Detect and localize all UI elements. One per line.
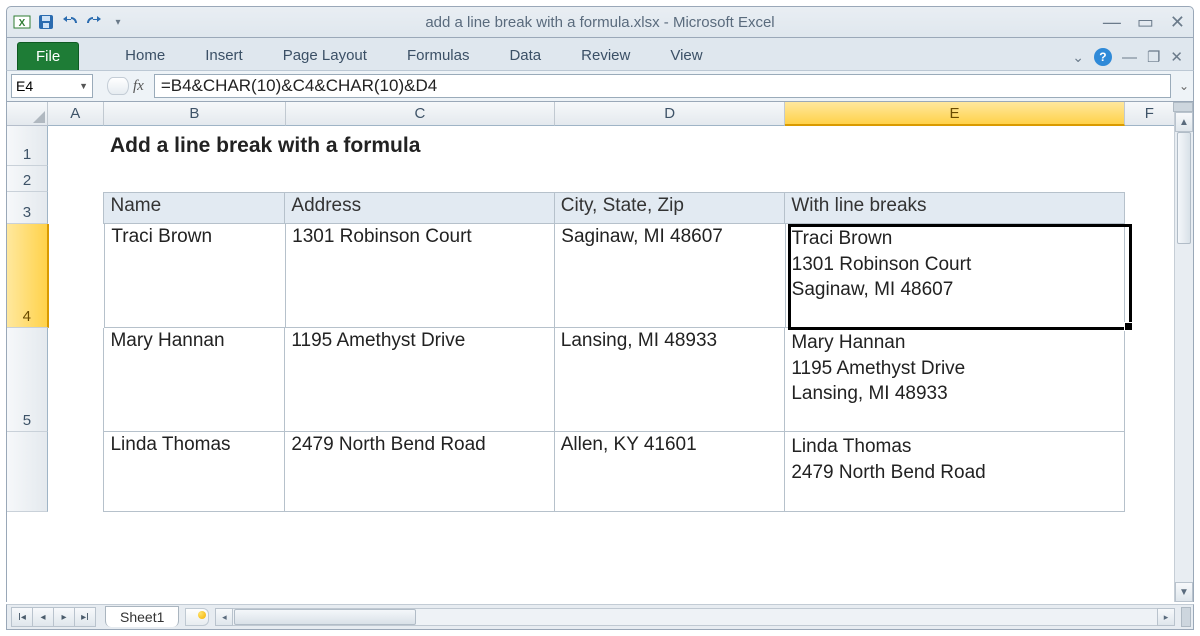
cell-C3[interactable]: Address [285,192,554,224]
cancel-formula-icon[interactable] [107,77,129,95]
fx-icon[interactable]: fx [133,78,144,95]
sheet-tab-sheet1[interactable]: Sheet1 [105,606,179,627]
cell-E3[interactable]: With line breaks [785,192,1125,224]
col-header-D[interactable]: D [555,102,785,126]
title-bar: X ▾ add a line break with a formula.xlsx… [6,6,1194,38]
horizontal-scroll-thumb[interactable] [234,609,416,625]
cell-B3[interactable]: Name [103,192,285,224]
row-header-1[interactable]: 1 [7,126,48,166]
window-title: add a line break with a formula.xlsx - M… [7,14,1193,31]
help-icon[interactable]: ? [1094,48,1112,66]
scroll-down-icon[interactable]: ▼ [1175,582,1193,602]
tab-insert[interactable]: Insert [185,41,263,70]
workbook-minimize-icon[interactable]: ― [1122,49,1137,66]
sheet-nav-first-icon[interactable]: I◂ [11,607,33,627]
cell-F4[interactable] [1125,224,1175,328]
cell-B4[interactable]: Traci Brown [104,224,286,328]
file-tab[interactable]: File [17,42,79,70]
row-header-5[interactable]: 5 [7,328,48,432]
row-header-6[interactable] [7,432,48,512]
maximize-icon[interactable]: ▭ [1137,12,1154,33]
cell-C5[interactable]: 1195 Amethyst Drive [285,328,554,432]
cell-B1[interactable]: Add a line break with a formula [104,126,1132,166]
col-header-B[interactable]: B [104,102,286,126]
workbook-restore-icon[interactable]: ❐ [1147,48,1160,66]
tab-home[interactable]: Home [105,41,185,70]
row-header-3[interactable]: 3 [7,192,48,224]
cell-D6[interactable]: Allen, KY 41601 [555,432,786,512]
minimize-icon[interactable]: ― [1103,12,1121,33]
col-header-F[interactable]: F [1125,102,1175,126]
cell-C6[interactable]: 2479 North Bend Road [285,432,554,512]
tab-review[interactable]: Review [561,41,650,70]
close-icon[interactable]: ✕ [1170,12,1185,33]
cell-F3[interactable] [1125,192,1175,224]
cell-C4[interactable]: 1301 Robinson Court [286,224,555,328]
tab-formulas[interactable]: Formulas [387,41,490,70]
formula-bar[interactable]: =B4&CHAR(10)&C4&CHAR(10)&D4 [154,74,1171,98]
cell-D3[interactable]: City, State, Zip [555,192,786,224]
worksheet: A B C D E F 1 Add a line break with a fo… [6,102,1194,602]
cell-E5[interactable]: Mary Hannan 1195 Amethyst Drive Lansing,… [785,328,1125,432]
tab-page-layout[interactable]: Page Layout [263,41,387,70]
sheet-bar: I◂ ◂ ▸ ▸I Sheet1 ◂ ▸ [6,604,1194,630]
row-header-2[interactable]: 2 [7,166,48,192]
excel-icon: X [13,13,31,31]
vertical-split-handle[interactable] [1173,102,1193,112]
horizontal-scrollbar[interactable]: ◂ ▸ [215,608,1175,626]
cell-A6[interactable] [48,432,104,512]
formula-bar-expand-icon[interactable]: ⌄ [1175,79,1193,93]
workbook-close-icon[interactable]: ✕ [1170,48,1183,66]
cell-D5[interactable]: Lansing, MI 48933 [555,328,786,432]
scroll-left-icon[interactable]: ◂ [215,608,233,626]
cell-A5[interactable] [48,328,104,432]
sheet-nav-last-icon[interactable]: ▸I [74,607,96,627]
col-header-E[interactable]: E [785,102,1124,126]
name-box-value: E4 [16,78,33,94]
cell-A3[interactable] [48,192,104,224]
cell-D4[interactable]: Saginaw, MI 48607 [555,224,785,328]
sheet-nav-next-icon[interactable]: ▸ [53,607,75,627]
cell-B2[interactable] [104,166,1132,192]
undo-icon[interactable] [61,13,79,31]
cell-A4[interactable] [49,224,105,328]
ribbon: File Home Insert Page Layout Formulas Da… [6,38,1194,70]
formula-text: =B4&CHAR(10)&C4&CHAR(10)&D4 [161,76,437,96]
ribbon-minimize-icon[interactable]: ⌄ [1072,49,1084,66]
vertical-scrollbar[interactable]: ▲ ▼ [1174,112,1193,602]
scroll-right-icon[interactable]: ▸ [1157,608,1175,626]
scroll-up-icon[interactable]: ▲ [1175,112,1193,132]
cell-F6[interactable] [1125,432,1175,512]
new-sheet-icon[interactable] [185,608,209,626]
vertical-scroll-thumb[interactable] [1177,132,1191,244]
cell-A1[interactable] [48,126,104,166]
svg-text:X: X [19,18,26,29]
qat-customize-icon[interactable]: ▾ [109,13,127,31]
col-header-A[interactable]: A [48,102,104,126]
sheet-nav-prev-icon[interactable]: ◂ [32,607,54,627]
row-header-4[interactable]: 4 [7,224,49,328]
cell-A2[interactable] [48,166,104,192]
select-all-corner[interactable] [7,102,48,126]
cell-E4[interactable]: Traci Brown 1301 Robinson Court Saginaw,… [786,224,1126,328]
horizontal-split-handle[interactable] [1181,607,1191,627]
cell-E6[interactable]: Linda Thomas 2479 North Bend Road [785,432,1125,512]
cell-B6[interactable]: Linda Thomas [103,432,285,512]
tab-view[interactable]: View [650,41,722,70]
col-header-C[interactable]: C [286,102,555,126]
save-icon[interactable] [37,13,55,31]
redo-icon[interactable] [85,13,103,31]
formula-bar-row: E4 ▼ fx =B4&CHAR(10)&C4&CHAR(10)&D4 ⌄ [6,70,1194,102]
name-box-dropdown-icon[interactable]: ▼ [79,81,88,91]
cell-B5[interactable]: Mary Hannan [103,328,285,432]
cell-F5[interactable] [1125,328,1175,432]
column-headers: A B C D E F [7,102,1175,126]
name-box[interactable]: E4 ▼ [11,74,93,98]
tab-data[interactable]: Data [489,41,561,70]
